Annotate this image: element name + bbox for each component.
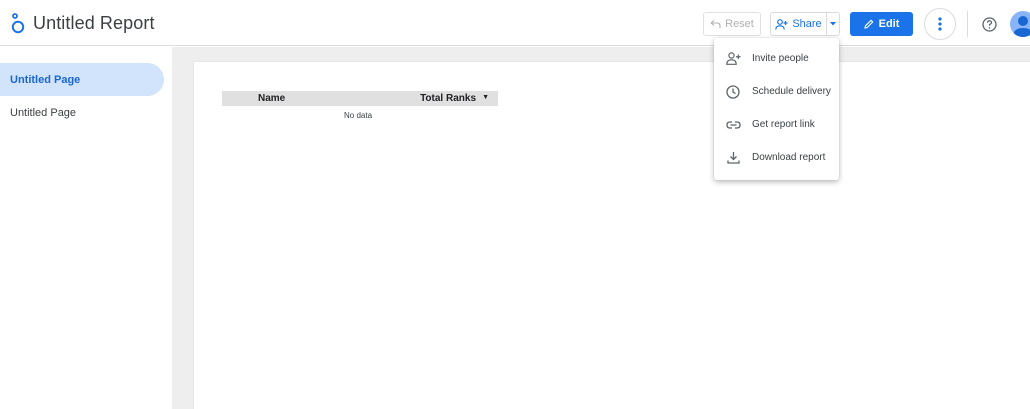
- caret-down-icon: [830, 22, 836, 26]
- undo-icon: [710, 19, 721, 28]
- no-data-text: No data: [344, 111, 373, 120]
- more-vert-icon: [938, 17, 942, 31]
- column-header-total-ranks[interactable]: Total Ranks: [420, 93, 476, 104]
- person-add-icon: [775, 18, 788, 30]
- header-divider: [967, 11, 968, 37]
- page-item-label: Untitled Page: [10, 73, 81, 86]
- edit-label: Edit: [878, 18, 900, 30]
- share-menu: Invite people Schedule delivery Get repo…: [714, 38, 839, 180]
- account-icon: [1013, 16, 1030, 37]
- page-item-label: Untitled Page: [10, 106, 77, 119]
- column-header-name[interactable]: Name: [258, 93, 285, 104]
- link-icon: [725, 117, 741, 133]
- menu-item-label: Schedule delivery: [752, 86, 831, 97]
- edit-button[interactable]: Edit: [850, 12, 913, 36]
- menu-item-invite-people[interactable]: Invite people: [714, 42, 839, 75]
- share-label: Share: [792, 18, 822, 30]
- menu-item-label: Get report link: [752, 119, 815, 130]
- table-header-row[interactable]: Name Total Ranks ▼: [222, 91, 498, 106]
- share-button[interactable]: Share: [770, 12, 826, 36]
- reset-label: Reset: [725, 18, 754, 30]
- person-add-icon: [725, 51, 741, 67]
- sidebar-page-item[interactable]: Untitled Page: [0, 63, 164, 96]
- app-header: Untitled Report Reset Share Edit: [0, 0, 1030, 46]
- sidebar-page-item[interactable]: Untitled Page: [0, 96, 164, 129]
- looker-studio-logo-icon[interactable]: [9, 13, 25, 35]
- menu-item-download-report[interactable]: Download report: [714, 141, 839, 174]
- user-avatar[interactable]: [1010, 11, 1030, 37]
- download-icon: [725, 150, 741, 166]
- page-sidebar: Untitled Page Untitled Page: [0, 47, 172, 409]
- clock-icon: [725, 84, 741, 100]
- report-title[interactable]: Untitled Report: [33, 13, 155, 34]
- sort-desc-icon[interactable]: ▼: [482, 94, 489, 101]
- share-dropdown-toggle[interactable]: [826, 12, 840, 36]
- report-page[interactable]: Name Total Ranks ▼ No data: [194, 62, 1030, 409]
- pencil-icon: [863, 19, 874, 29]
- menu-item-schedule-delivery[interactable]: Schedule delivery: [714, 75, 839, 108]
- reset-button[interactable]: Reset: [703, 12, 761, 36]
- menu-item-get-report-link[interactable]: Get report link: [714, 108, 839, 141]
- menu-item-label: Download report: [752, 152, 826, 163]
- report-canvas-area: Name Total Ranks ▼ No data: [172, 47, 1030, 409]
- help-icon: [981, 16, 997, 32]
- more-options-button[interactable]: [924, 8, 956, 40]
- menu-item-label: Invite people: [752, 53, 809, 64]
- help-button[interactable]: [978, 13, 1000, 35]
